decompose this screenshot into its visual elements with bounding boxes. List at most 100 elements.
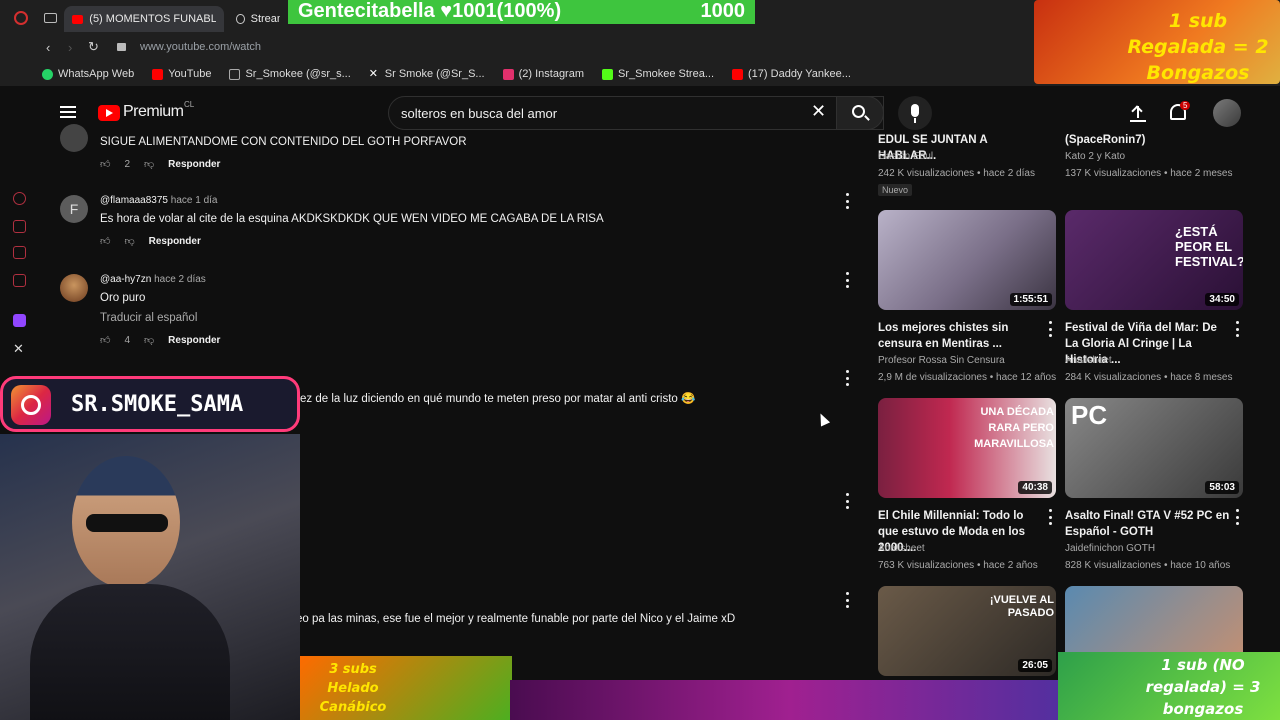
thumb-text: PC: [1071, 400, 1108, 430]
thumb-text: ¿ESTÁ PEOR EL FESTIVAL?: [1175, 224, 1243, 269]
like-count: 2: [124, 158, 131, 170]
channel-name[interactable]: Analisheet: [1065, 352, 1245, 369]
history-icon[interactable]: [13, 192, 26, 205]
donation-goal: 1000: [700, 0, 746, 22]
video-duration: 26:05: [1018, 659, 1052, 672]
clear-search-icon[interactable]: ✕: [811, 101, 826, 122]
like-icon[interactable]: 👍︎: [100, 334, 110, 346]
url-field[interactable]: www.youtube.com/watch: [140, 41, 261, 53]
reply-button[interactable]: Responder: [149, 236, 201, 247]
reply-button[interactable]: Responder: [168, 159, 220, 170]
logo-region: CL: [184, 100, 195, 109]
wallet-icon[interactable]: [13, 246, 26, 259]
mail-icon[interactable]: [13, 274, 26, 287]
more-options-icon[interactable]: [846, 493, 850, 509]
comment: F @flamaaa8375 hace 1 día Es hora de vol…: [60, 195, 840, 257]
mic-icon[interactable]: [898, 96, 932, 130]
like-icon[interactable]: 👍︎: [100, 235, 110, 247]
youtube-logo-icon[interactable]: [98, 105, 120, 121]
youtube-icon: [72, 14, 84, 24]
search-button[interactable]: [836, 96, 884, 130]
more-options-icon[interactable]: [1236, 321, 1240, 337]
video-thumbnail[interactable]: PC 58:03: [1065, 398, 1243, 498]
video-thumbnail[interactable]: ¿ESTÁ PEOR EL FESTIVAL? 34:50: [1065, 210, 1243, 310]
dislike-icon[interactable]: 👎︎: [144, 334, 154, 346]
bookmark-kick[interactable]: Sr_Smokee Strea...: [602, 68, 714, 80]
bookmark-instagram[interactable]: (2) Instagram: [502, 68, 584, 80]
comment-text: ez de la luz diciendo en qué mundo te me…: [300, 393, 696, 405]
menu-icon[interactable]: [60, 106, 76, 118]
comment-handle[interactable]: @aa-hy7zn: [100, 274, 151, 285]
instagram-icon: [502, 68, 514, 80]
comment-time[interactable]: hace 2 días: [154, 274, 206, 285]
video-meta: Gastón Edul 242 K visualizaciones • hace…: [878, 148, 1058, 199]
comment: @aa-hy7zn hace 2 días Oro puro Traducir …: [60, 274, 840, 356]
x-icon: ✕: [368, 67, 378, 80]
more-options-icon[interactable]: [846, 370, 850, 386]
video-title[interactable]: Asalto Final! GTA V #52 PC en Español - …: [1065, 508, 1230, 540]
thumb-text: ¡VUELVE AL PASADO: [989, 594, 1054, 619]
video-title[interactable]: Los mejores chistes sin censura en Menti…: [878, 320, 1043, 352]
logo-premium-text[interactable]: Premium: [123, 103, 184, 121]
tab-label: (5) MOMENTOS FUNABLE: [89, 13, 216, 25]
dislike-icon[interactable]: 👎︎: [144, 158, 154, 170]
channel-name[interactable]: Kato 2 y Kato: [1065, 148, 1245, 165]
more-options-icon[interactable]: [1236, 509, 1240, 525]
tab-switcher-icon[interactable]: [44, 13, 57, 23]
channel-name[interactable]: Analisheet: [878, 540, 1058, 557]
twitch-icon[interactable]: [13, 314, 26, 327]
channel-name[interactable]: Jaidefinichon GOTH: [1065, 540, 1245, 557]
dislike-icon[interactable]: 👎︎: [124, 235, 134, 247]
video-thumbnail[interactable]: UNA DÉCADA RARA PERO MARAVILLOSA 40:38: [878, 398, 1056, 498]
channel-name[interactable]: Gastón Edul: [878, 148, 1058, 165]
instagram-icon: [11, 385, 51, 425]
upload-icon[interactable]: [1130, 104, 1146, 122]
x-icon[interactable]: ✕: [13, 341, 24, 357]
bookmark-daddy-yankee[interactable]: (17) Daddy Yankee...: [732, 68, 851, 80]
tab-stream[interactable]: Stream: [228, 6, 288, 32]
channel-name[interactable]: Profesor Rossa Sin Censura: [878, 352, 1058, 369]
lock-icon: [117, 43, 126, 51]
video-meta: Profesor Rossa Sin Censura 2,9 M de visu…: [878, 352, 1058, 386]
comment-handle[interactable]: @flamaaa8375: [100, 195, 168, 206]
comment-text: SIGUE ALIMENTANDOME CON CONTENIDO DEL GO…: [100, 136, 467, 148]
comment-time[interactable]: hace 1 día: [171, 195, 218, 206]
bookmark-x[interactable]: ✕ Sr Smoke (@Sr_S...: [369, 68, 485, 80]
reload-icon[interactable]: ↻: [88, 39, 99, 55]
mouse-cursor: [815, 411, 831, 427]
shopping-icon[interactable]: [13, 220, 26, 233]
video-title[interactable]: (SpaceRonin7): [1065, 132, 1230, 148]
instagram-overlay: SR.SMOKE_SAMA: [0, 376, 300, 432]
more-options-icon[interactable]: [846, 193, 850, 209]
video-meta: Jaidefinichon GOTH 828 K visualizaciones…: [1065, 540, 1245, 574]
search-input[interactable]: solteros en busca del amor: [388, 96, 884, 130]
more-options-icon[interactable]: [846, 272, 850, 288]
video-thumbnail[interactable]: ¡VUELVE AL PASADO 26:05: [878, 586, 1056, 676]
forward-icon[interactable]: ›: [68, 40, 72, 55]
avatar[interactable]: [1213, 99, 1241, 127]
kick-icon: [602, 68, 614, 80]
reply-button[interactable]: Responder: [168, 335, 220, 346]
translate-link[interactable]: Traducir al español: [100, 312, 220, 324]
video-meta: Kato 2 y Kato 137 K visualizaciones • ha…: [1065, 148, 1245, 182]
comment: SIGUE ALIMENTANDOME CON CONTENIDO DEL GO…: [60, 124, 840, 176]
like-icon[interactable]: 👍︎: [100, 158, 110, 170]
more-options-icon[interactable]: [846, 592, 850, 608]
bookmark-youtube[interactable]: YouTube: [152, 68, 211, 80]
more-options-icon[interactable]: [1049, 321, 1053, 337]
video-thumbnail[interactable]: 1:55:51: [878, 210, 1056, 310]
thumb-text: UNA DÉCADA RARA PERO MARAVILLOSA: [974, 406, 1054, 450]
more-options-icon[interactable]: [1049, 509, 1053, 525]
browser-menu-icon[interactable]: [14, 11, 28, 25]
video-duration: 58:03: [1205, 481, 1239, 494]
promo-bottom-left-banner: 3 subs Helado Canábico: [298, 656, 512, 720]
back-icon[interactable]: ‹: [46, 40, 50, 55]
like-count: 4: [124, 334, 131, 346]
youtube-icon: [152, 68, 164, 80]
comment-text: eo pa las minas, ese fue el mejor y real…: [296, 613, 736, 625]
promo-bottom-right-banner: 1 sub (NO regalada) = 3 bongazos: [1058, 652, 1280, 720]
bookmark-tiktok[interactable]: Sr_Smokee (@sr_s...: [229, 68, 351, 80]
donation-goal-bar: Gentecitabella ♥1001(100%) 1000: [288, 0, 755, 24]
tab-momentos-funables[interactable]: (5) MOMENTOS FUNABLE: [64, 6, 224, 32]
bookmark-whatsapp[interactable]: WhatsApp Web: [42, 68, 134, 80]
